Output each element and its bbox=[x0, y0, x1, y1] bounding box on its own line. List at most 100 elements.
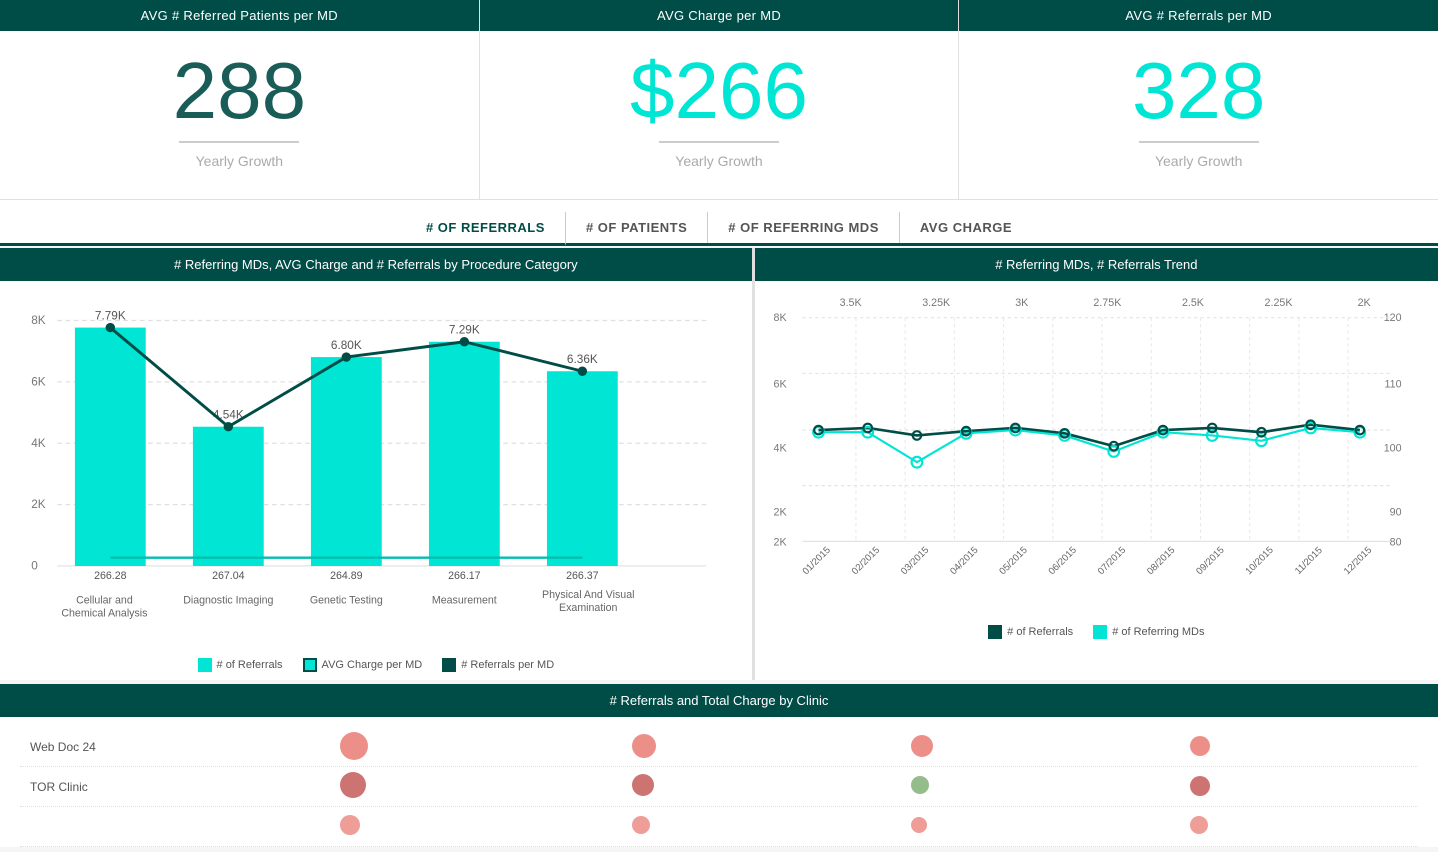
kpi-card-charge: AVG Charge per MD $266 Yearly Growth bbox=[480, 0, 960, 199]
clinic-name-1: Web Doc 24 bbox=[30, 740, 150, 754]
tab-patients[interactable]: # OF PATIENTS bbox=[566, 212, 708, 243]
top-label-275k: 2.75K bbox=[1093, 297, 1122, 309]
top-label-325k: 3.25K bbox=[922, 297, 951, 309]
md-dot-5 bbox=[578, 367, 587, 376]
bubble-1-2 bbox=[632, 734, 656, 758]
trend-x-12: 12/2015 bbox=[1342, 545, 1374, 577]
clinic-row-3 bbox=[20, 807, 1418, 847]
legend-referrals: # of Referrals bbox=[198, 658, 283, 672]
legend-label-referrals: # of Referrals bbox=[217, 659, 283, 671]
x-label-5b: Examination bbox=[559, 602, 617, 614]
bubble-2-2 bbox=[632, 774, 654, 796]
trend-x-3: 03/2015 bbox=[899, 545, 931, 577]
trend-chart-panel: # Referring MDs, # Referrals Trend 8K 6K… bbox=[755, 248, 1438, 680]
bubble-3-1 bbox=[340, 815, 360, 835]
charge-label-3: 264.89 bbox=[330, 570, 363, 582]
trend-y-right-110: 110 bbox=[1384, 378, 1401, 390]
bar-1 bbox=[75, 328, 146, 566]
trend-x-9: 09/2015 bbox=[1194, 545, 1226, 577]
tab-avg-charge[interactable]: AVG CHARGE bbox=[900, 212, 1032, 243]
kpi-row: AVG # Referred Patients per MD 288 Yearl… bbox=[0, 0, 1438, 200]
trend-y-6k: 6K bbox=[773, 378, 787, 390]
bar-label-4: 7.29K bbox=[449, 322, 480, 336]
kpi-card-referrals: AVG # Referrals per MD 328 Yearly Growth bbox=[959, 0, 1438, 199]
bubble-area-1 bbox=[150, 727, 1418, 767]
legend-icon-avg-charge bbox=[303, 658, 317, 672]
trend-x-7: 07/2015 bbox=[1096, 545, 1128, 577]
legend-icon-trend-referrals bbox=[988, 625, 1002, 639]
kpi-value-referrals: 328 bbox=[1132, 31, 1265, 136]
bar-5 bbox=[547, 371, 618, 566]
md-dot-1 bbox=[106, 323, 115, 332]
top-label-225k: 2.25K bbox=[1264, 297, 1293, 309]
legend-referrals-md: # Referrals per MD bbox=[442, 658, 554, 672]
trend-y-right-120: 120 bbox=[1383, 312, 1401, 324]
kpi-subtitle-referred: Yearly Growth bbox=[196, 153, 283, 199]
top-label-3k: 3K bbox=[1015, 297, 1029, 309]
kpi-value-charge: $266 bbox=[630, 31, 808, 136]
md-dot-3 bbox=[342, 352, 351, 361]
y-label-8k: 8K bbox=[31, 313, 46, 327]
bottom-section: # Referrals and Total Charge by Clinic W… bbox=[0, 684, 1438, 847]
bubble-2-3 bbox=[911, 776, 929, 794]
legend-label-trend-mds: # of Referring MDs bbox=[1112, 626, 1204, 638]
trend-x-6: 06/2015 bbox=[1046, 545, 1078, 577]
bubble-2-1 bbox=[340, 772, 366, 798]
legend-label-trend-referrals: # of Referrals bbox=[1007, 626, 1073, 638]
legend-avg-charge: AVG Charge per MD bbox=[303, 658, 423, 672]
bar-2 bbox=[193, 427, 264, 566]
x-label-4: Measurement bbox=[432, 595, 497, 607]
clinic-name-2: TOR Clinic bbox=[30, 780, 150, 794]
trend-y-right-90: 90 bbox=[1389, 507, 1401, 519]
legend-icon-trend-mds bbox=[1093, 625, 1107, 639]
x-label-1: Cellular and bbox=[76, 595, 133, 607]
trend-x-2: 02/2015 bbox=[849, 545, 881, 577]
tab-referring-mds[interactable]: # OF REFERRING MDS bbox=[708, 212, 900, 243]
kpi-underline-2 bbox=[659, 141, 779, 143]
x-label-3: Genetic Testing bbox=[310, 595, 383, 607]
bubble-area-2 bbox=[150, 767, 1418, 807]
charge-label-1: 266.28 bbox=[94, 570, 127, 582]
bar-label-5: 6.36K bbox=[567, 352, 598, 366]
x-label-1b: Chemical Analysis bbox=[61, 608, 147, 620]
clinic-row-2: TOR Clinic bbox=[20, 767, 1418, 807]
bubble-3-3 bbox=[911, 817, 927, 833]
kpi-subtitle-referrals: Yearly Growth bbox=[1155, 153, 1242, 199]
x-label-5: Physical And Visual bbox=[542, 589, 634, 601]
legend-label-avg-charge: AVG Charge per MD bbox=[322, 659, 423, 671]
y-label-6k: 6K bbox=[31, 374, 46, 388]
trend-x-1: 01/2015 bbox=[800, 545, 832, 577]
charge-label-2: 267.04 bbox=[212, 570, 245, 582]
bubble-1-1 bbox=[340, 732, 368, 760]
tab-referrals[interactable]: # OF REFERRALS bbox=[406, 212, 566, 246]
bubble-3-4 bbox=[1190, 816, 1208, 834]
trend-y-2k-2: 2K bbox=[773, 537, 787, 549]
bubble-chart-area: Web Doc 24 TOR Clinic bbox=[0, 717, 1438, 847]
charge-label-5: 266.37 bbox=[566, 570, 599, 582]
trend-chart-header: # Referring MDs, # Referrals Trend bbox=[755, 248, 1438, 281]
trend-y-right-80: 80 bbox=[1389, 537, 1401, 549]
y-label-4k: 4K bbox=[31, 436, 46, 450]
bubble-2-4 bbox=[1190, 776, 1210, 796]
top-label-2k: 2K bbox=[1357, 297, 1371, 309]
kpi-subtitle-charge: Yearly Growth bbox=[675, 153, 762, 199]
bubble-1-4 bbox=[1190, 736, 1210, 756]
trend-chart-body: 8K 6K 4K 2K 2K 120 110 100 90 80 3.5K 3.… bbox=[755, 281, 1438, 617]
trend-x-5: 05/2015 bbox=[997, 545, 1029, 577]
bar-label-1: 7.79K bbox=[95, 308, 126, 322]
trend-x-10: 10/2015 bbox=[1243, 545, 1275, 577]
bar-label-3: 6.80K bbox=[331, 338, 362, 352]
y-label-0: 0 bbox=[31, 559, 38, 573]
kpi-underline-3 bbox=[1139, 141, 1259, 143]
tab-row: # OF REFERRALS # OF PATIENTS # OF REFERR… bbox=[0, 200, 1438, 246]
trend-x-4: 04/2015 bbox=[948, 545, 980, 577]
x-label-2: Diagnostic Imaging bbox=[183, 595, 273, 607]
trend-chart-legend: # of Referrals # of Referring MDs bbox=[755, 617, 1438, 647]
trend-y-4k: 4K bbox=[773, 442, 787, 454]
legend-trend-referrals: # of Referrals bbox=[988, 625, 1073, 639]
charge-label-4: 266.17 bbox=[448, 570, 481, 582]
dashboard: AVG # Referred Patients per MD 288 Yearl… bbox=[0, 0, 1438, 847]
kpi-underline bbox=[179, 141, 299, 143]
trend-x-8: 08/2015 bbox=[1145, 545, 1177, 577]
top-label-35k: 3.5K bbox=[839, 297, 862, 309]
